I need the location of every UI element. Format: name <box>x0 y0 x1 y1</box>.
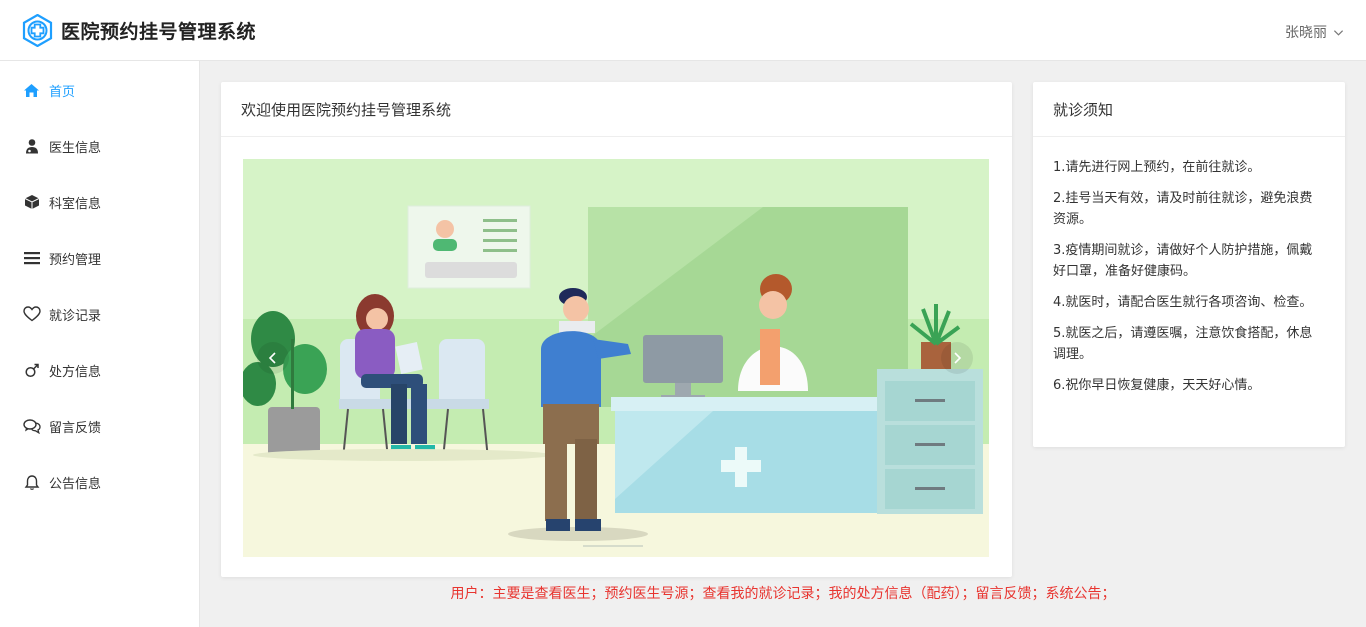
sidebar: 首页 医生信息 科室信息 预约管理 就诊记录 处方信息 留言反馈 公告信息 <box>0 61 200 627</box>
visit-notice-list: 1.请先进行网上预约，在前往就诊。 2.挂号当天有效，请及时前往就诊，避免浪费资… <box>1033 137 1345 396</box>
male-icon <box>22 361 41 380</box>
sidebar-item-label: 公告信息 <box>49 476 102 492</box>
banner-carousel[interactable] <box>243 159 989 557</box>
sidebar-item-doctors[interactable]: 医生信息 <box>0 126 199 166</box>
notice-item: 4.就医时，请配合医生就行各项咨询、检查。 <box>1053 295 1313 310</box>
sidebar-item-label: 就诊记录 <box>49 308 102 324</box>
cube-icon <box>22 193 41 212</box>
sidebar-item-feedback[interactable]: 留言反馈 <box>0 406 199 446</box>
sidebar-item-label: 首页 <box>49 84 76 100</box>
chat-icon <box>22 417 41 436</box>
sidebar-item-visit-records[interactable]: 就诊记录 <box>0 294 199 334</box>
home-icon <box>22 81 41 100</box>
notice-item: 5.就医之后，请遵医嘱，注意饮食搭配，休息调理。 <box>1053 326 1313 362</box>
chevron-left-icon <box>268 352 276 364</box>
doctor-icon <box>22 137 41 156</box>
sidebar-item-prescriptions[interactable]: 处方信息 <box>0 350 199 390</box>
top-header: 医院预约挂号管理系统 张晓丽 <box>0 0 1366 61</box>
visit-notice-title: 就诊须知 <box>1033 82 1345 137</box>
chevron-down-icon <box>1333 29 1344 36</box>
hospital-cross-logo-icon <box>22 14 53 47</box>
sidebar-item-label: 处方信息 <box>49 364 102 380</box>
notice-item: 3.疫情期间就诊，请做好个人防护措施，佩戴好口罩，准备好健康码。 <box>1053 243 1313 279</box>
sidebar-item-home[interactable]: 首页 <box>0 70 199 110</box>
bell-icon <box>22 473 41 492</box>
sidebar-item-label: 预约管理 <box>49 252 102 268</box>
sidebar-item-label: 医生信息 <box>49 140 102 156</box>
heart-icon <box>22 305 41 324</box>
hospital-reception-illustration <box>243 159 989 557</box>
visit-notice-card: 就诊须知 1.请先进行网上预约，在前往就诊。 2.挂号当天有效，请及时前往就诊，… <box>1033 82 1345 447</box>
chevron-right-icon <box>954 352 962 364</box>
welcome-card-title: 欢迎使用医院预约挂号管理系统 <box>221 82 1012 137</box>
welcome-card: 欢迎使用医院预约挂号管理系统 <box>221 82 1012 577</box>
notice-item: 2.挂号当天有效，请及时前往就诊，避免浪费资源。 <box>1053 191 1313 227</box>
user-menu[interactable]: 张晓丽 <box>1285 22 1344 42</box>
role-description-note: 用户：主要是查看医生；预约医生号源；查看我的就诊记录；我的处方信息（配药）；留言… <box>450 586 1116 602</box>
list-icon <box>22 249 41 268</box>
sidebar-item-label: 留言反馈 <box>49 420 102 436</box>
sidebar-item-label: 科室信息 <box>49 196 102 212</box>
notice-item: 1.请先进行网上预约，在前往就诊。 <box>1053 160 1261 175</box>
app-title: 医院预约挂号管理系统 <box>61 21 257 43</box>
carousel-prev-button[interactable] <box>257 342 289 374</box>
sidebar-item-departments[interactable]: 科室信息 <box>0 182 199 222</box>
carousel-next-button[interactable] <box>941 342 973 374</box>
sidebar-item-announcements[interactable]: 公告信息 <box>0 462 199 502</box>
notice-item: 6.祝你早日恢复健康，天天好心情。 <box>1053 378 1261 393</box>
sidebar-item-appointments[interactable]: 预约管理 <box>0 238 199 278</box>
user-name: 张晓丽 <box>1285 25 1327 41</box>
